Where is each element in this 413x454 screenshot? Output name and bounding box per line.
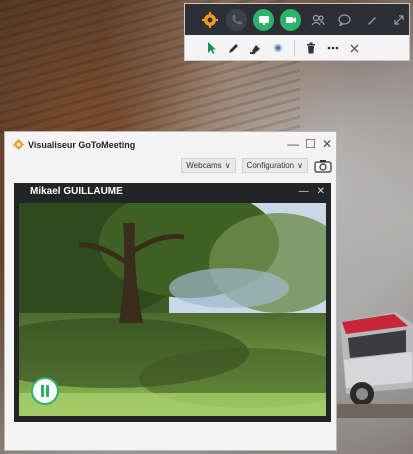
expand-icon[interactable] [388, 9, 409, 31]
toolbar-top-row [185, 4, 409, 35]
viewer-menu-bar: Webcams ∨ Configuration ∨ [181, 158, 332, 173]
webcam-video [19, 203, 326, 416]
pause-button[interactable] [31, 377, 59, 405]
meeting-toolbar [184, 3, 410, 61]
minimize-icon[interactable]: — [287, 137, 299, 151]
highlighter-icon[interactable] [250, 43, 262, 54]
chevron-down-icon: ∨ [224, 161, 231, 170]
webcam-scene [19, 203, 326, 416]
webcam-controls: — ✕ [299, 186, 325, 197]
webcam-icon[interactable] [280, 8, 301, 31]
webcam-panel: Mikael GUILLAUME — ✕ [14, 183, 331, 422]
webcams-dropdown[interactable]: Webcams ∨ [181, 158, 236, 173]
close-icon[interactable]: ✕ [322, 137, 332, 151]
people-icon[interactable] [307, 9, 328, 31]
webcam-header: Mikael GUILLAUME — ✕ [14, 183, 331, 200]
minimize-icon[interactable]: — [299, 186, 309, 197]
configuration-dropdown[interactable]: Configuration ∨ [241, 158, 308, 173]
gotomeeting-logo-icon [13, 139, 24, 150]
camera-snapshot-icon[interactable] [314, 159, 332, 173]
more-icon[interactable] [327, 46, 339, 50]
toolbar-drawing-row [185, 35, 409, 61]
trash-icon[interactable] [306, 42, 316, 54]
toolbar-separator [294, 40, 295, 56]
pen-icon[interactable] [361, 9, 382, 31]
maximize-icon[interactable]: ☐ [305, 137, 316, 151]
pencil-icon[interactable] [228, 43, 239, 54]
webcams-label: Webcams [186, 161, 222, 170]
pointer-icon[interactable] [207, 42, 217, 54]
gotomeeting-logo-icon[interactable] [199, 9, 220, 31]
close-icon[interactable] [350, 44, 359, 53]
configuration-label: Configuration [246, 161, 295, 170]
chevron-down-icon: ∨ [297, 161, 303, 170]
close-icon[interactable]: ✕ [317, 186, 325, 197]
phone-icon[interactable] [226, 8, 247, 31]
chat-icon[interactable] [334, 9, 355, 31]
spotlight-icon[interactable] [273, 43, 283, 53]
screen-share-icon[interactable] [253, 8, 274, 31]
gotomeeting-viewer-window: Visualiseur GoToMeeting — ☐ ✕ Webcams ∨ … [4, 131, 337, 451]
window-controls: — ☐ ✕ [287, 137, 332, 151]
background-car [336, 312, 413, 418]
participant-name: Mikael GUILLAUME [30, 186, 123, 197]
pause-icon [41, 385, 49, 397]
window-title-bar: Visualiseur GoToMeeting [13, 139, 135, 150]
window-title: Visualiseur GoToMeeting [28, 139, 136, 150]
